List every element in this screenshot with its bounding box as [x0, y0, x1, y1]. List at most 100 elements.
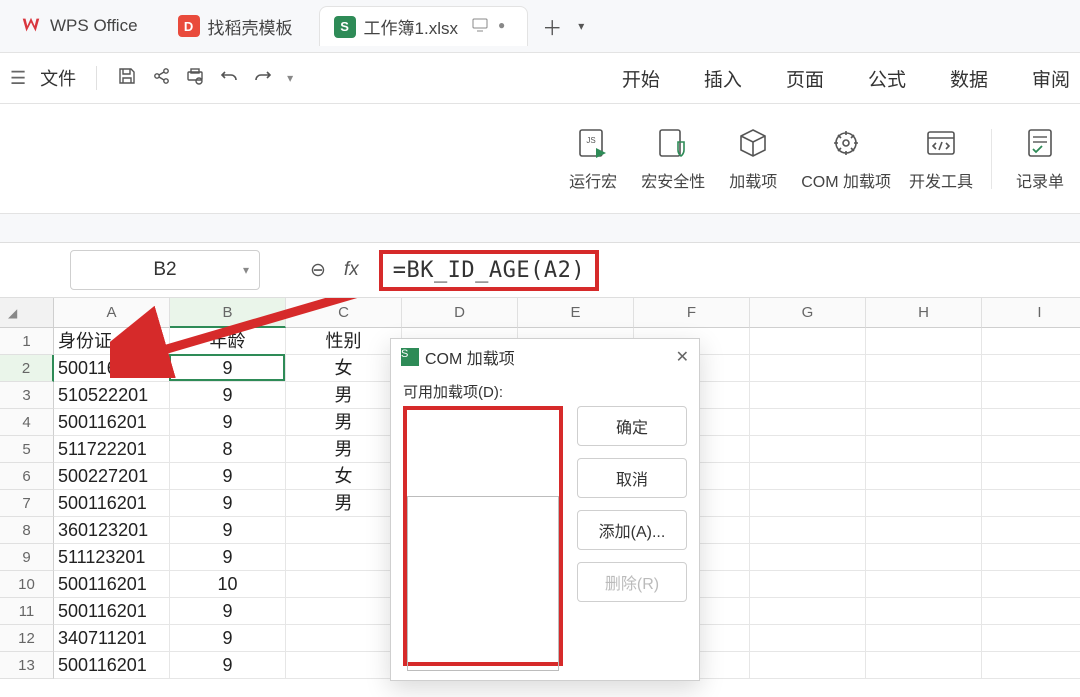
- row-header[interactable]: 7: [0, 490, 54, 517]
- menu-data[interactable]: 数据: [950, 65, 988, 92]
- cell[interactable]: [286, 571, 402, 598]
- name-box[interactable]: B2 ▾: [70, 250, 260, 290]
- cell[interactable]: [286, 544, 402, 571]
- cell[interactable]: 360123201: [54, 517, 170, 544]
- row-header[interactable]: 10: [0, 571, 54, 598]
- menu-review[interactable]: 审阅: [1032, 65, 1070, 92]
- cell[interactable]: 9: [170, 517, 286, 544]
- tab-document[interactable]: S 工作簿1.xlsx ●: [319, 6, 529, 46]
- save-icon[interactable]: [117, 66, 137, 91]
- cell[interactable]: 9: [170, 544, 286, 571]
- tab-dropdown-icon[interactable]: ▾: [578, 19, 584, 33]
- cell[interactable]: 9: [170, 490, 286, 517]
- cell[interactable]: [750, 544, 866, 571]
- select-all-corner[interactable]: ◢: [0, 298, 54, 328]
- column-header[interactable]: C: [286, 298, 402, 328]
- cell[interactable]: 511722201: [54, 436, 170, 463]
- cell[interactable]: 510522201: [54, 382, 170, 409]
- undo-icon[interactable]: [219, 66, 239, 91]
- ribbon-macro-security[interactable]: 宏安全性: [641, 126, 705, 192]
- cell[interactable]: [286, 517, 402, 544]
- menu-toggle-icon[interactable]: ☰: [10, 68, 26, 89]
- cell[interactable]: [750, 517, 866, 544]
- cell[interactable]: 500116201: [54, 409, 170, 436]
- monitor-icon[interactable]: [472, 18, 488, 35]
- ribbon-addins[interactable]: 加载项: [723, 126, 783, 192]
- qat-dropdown-icon[interactable]: ▾: [287, 71, 293, 85]
- row-header[interactable]: 6: [0, 463, 54, 490]
- cell[interactable]: [750, 463, 866, 490]
- menu-start[interactable]: 开始: [622, 65, 660, 92]
- ribbon-dev-tools[interactable]: 开发工具: [909, 126, 973, 192]
- cell[interactable]: [982, 409, 1080, 436]
- row-header[interactable]: 13: [0, 652, 54, 679]
- cell[interactable]: [750, 625, 866, 652]
- column-header[interactable]: H: [866, 298, 982, 328]
- column-header[interactable]: F: [634, 298, 750, 328]
- cell[interactable]: [750, 652, 866, 679]
- cell[interactable]: [866, 355, 982, 382]
- cell[interactable]: [982, 625, 1080, 652]
- cell[interactable]: 男: [286, 382, 402, 409]
- formula-input[interactable]: =BK_ID_AGE(A2): [379, 250, 599, 291]
- cell[interactable]: 500116201: [54, 571, 170, 598]
- row-header[interactable]: 8: [0, 517, 54, 544]
- cell[interactable]: [866, 598, 982, 625]
- cell[interactable]: [982, 436, 1080, 463]
- column-header[interactable]: A: [54, 298, 170, 328]
- cell[interactable]: [866, 328, 982, 355]
- addins-list[interactable]: [403, 406, 563, 666]
- cell[interactable]: 女: [286, 463, 402, 490]
- cell[interactable]: [982, 328, 1080, 355]
- cell[interactable]: [286, 652, 402, 679]
- cell[interactable]: 500116201: [54, 355, 170, 382]
- cell[interactable]: [866, 625, 982, 652]
- menu-page[interactable]: 页面: [786, 65, 824, 92]
- column-header[interactable]: I: [982, 298, 1080, 328]
- cell[interactable]: 500227201: [54, 463, 170, 490]
- cell[interactable]: 8: [170, 436, 286, 463]
- chevron-down-icon[interactable]: ▾: [243, 263, 249, 277]
- tab-wps-home[interactable]: WPS Office: [6, 6, 160, 46]
- ribbon-com-addins[interactable]: COM 加载项: [801, 126, 891, 192]
- cell[interactable]: 男: [286, 490, 402, 517]
- row-header[interactable]: 12: [0, 625, 54, 652]
- cell[interactable]: 身份证: [54, 328, 170, 355]
- column-header[interactable]: B: [170, 298, 286, 328]
- row-header[interactable]: 3: [0, 382, 54, 409]
- cell[interactable]: 340711201: [54, 625, 170, 652]
- cell[interactable]: [982, 652, 1080, 679]
- cell[interactable]: 500116201: [54, 598, 170, 625]
- cell[interactable]: 511123201: [54, 544, 170, 571]
- cell[interactable]: 男: [286, 436, 402, 463]
- cell[interactable]: 性别: [286, 328, 402, 355]
- cell[interactable]: [866, 571, 982, 598]
- cell[interactable]: [866, 463, 982, 490]
- new-tab-button[interactable]: ＋: [542, 12, 562, 41]
- cell[interactable]: [982, 382, 1080, 409]
- cell[interactable]: 500116201: [54, 652, 170, 679]
- column-header[interactable]: E: [518, 298, 634, 328]
- cell[interactable]: 男: [286, 409, 402, 436]
- cell[interactable]: 9: [170, 382, 286, 409]
- cell[interactable]: [982, 517, 1080, 544]
- cell[interactable]: [750, 571, 866, 598]
- cell[interactable]: [866, 490, 982, 517]
- cell[interactable]: [866, 652, 982, 679]
- row-header[interactable]: 9: [0, 544, 54, 571]
- cell[interactable]: [750, 382, 866, 409]
- cell[interactable]: [750, 328, 866, 355]
- cell[interactable]: [982, 463, 1080, 490]
- cell[interactable]: 9: [170, 625, 286, 652]
- cell[interactable]: 10: [170, 571, 286, 598]
- cell[interactable]: 年龄: [170, 328, 286, 355]
- tab-docer[interactable]: D 找稻壳模板: [164, 6, 315, 46]
- cell[interactable]: [750, 409, 866, 436]
- menu-insert[interactable]: 插入: [704, 65, 742, 92]
- cell[interactable]: 9: [170, 409, 286, 436]
- menu-formula[interactable]: 公式: [868, 65, 906, 92]
- ribbon-record-sheet[interactable]: 记录单: [1010, 126, 1070, 192]
- row-header[interactable]: 5: [0, 436, 54, 463]
- cell[interactable]: [286, 625, 402, 652]
- cell[interactable]: [982, 571, 1080, 598]
